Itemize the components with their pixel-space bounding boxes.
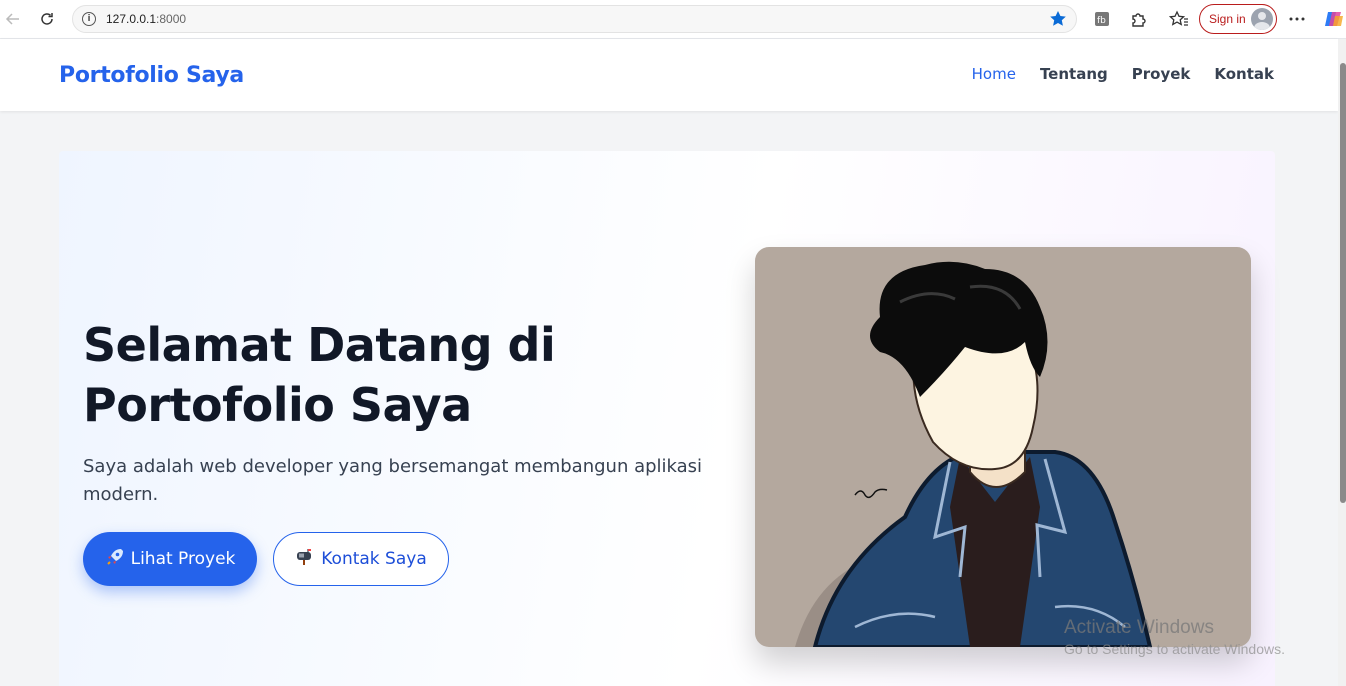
page-scrollbar[interactable] <box>1338 39 1346 686</box>
nav-links: Home Tentang Proyek Kontak <box>972 65 1274 83</box>
address-bar[interactable]: i 127.0.0.1:8000 <box>72 5 1077 33</box>
address-url: 127.0.0.1:8000 <box>106 12 187 26</box>
back-icon[interactable] <box>0 6 26 32</box>
scrollbar-thumb[interactable] <box>1340 63 1346 503</box>
copilot-icon[interactable] <box>1321 6 1346 32</box>
favorites-icon[interactable] <box>1166 6 1192 32</box>
site-navbar: Portofolio Saya Home Tentang Proyek Kont… <box>0 39 1338 111</box>
activate-windows-title: Activate Windows <box>1064 617 1214 638</box>
hero-title: Selamat Datang di Portofolio Saya <box>83 315 703 435</box>
contact-me-button[interactable]: Kontak Saya <box>273 532 449 586</box>
svg-text:fb: fb <box>1097 16 1106 26</box>
nav-link-kontak[interactable]: Kontak <box>1214 65 1274 83</box>
view-projects-button[interactable]: Lihat Proyek <box>83 532 257 586</box>
sign-in-label: Sign in <box>1209 12 1246 26</box>
extensions-puzzle-icon[interactable] <box>1125 6 1151 32</box>
hero-title-line1: Selamat Datang di <box>83 318 556 372</box>
rocket-icon <box>105 547 125 572</box>
nav-link-home[interactable]: Home <box>972 65 1016 83</box>
refresh-icon[interactable] <box>34 6 60 32</box>
site-info-icon[interactable]: i <box>82 12 96 26</box>
browser-toolbar: i 127.0.0.1:8000 fb Sign in <box>0 0 1346 39</box>
more-options-icon[interactable] <box>1284 6 1310 32</box>
avatar <box>1251 8 1273 30</box>
favorite-star-icon[interactable] <box>1048 9 1068 33</box>
nav-link-proyek[interactable]: Proyek <box>1132 65 1191 83</box>
hero-section: Selamat Datang di Portofolio Saya Saya a… <box>59 151 1275 686</box>
view-projects-label: Lihat Proyek <box>130 549 236 569</box>
mailbox-icon <box>295 547 315 572</box>
site-brand[interactable]: Portofolio Saya <box>59 63 244 88</box>
hero-subtitle: Saya adalah web developer yang bersemang… <box>83 456 703 505</box>
nav-link-tentang[interactable]: Tentang <box>1040 65 1108 83</box>
hero-title-line2: Portofolio Saya <box>83 378 472 432</box>
activate-windows-subtitle: Go to Settings to activate Windows. <box>1064 641 1285 657</box>
contact-me-label: Kontak Saya <box>321 549 427 569</box>
profile-illustration <box>755 247 1251 647</box>
extension-app-icon[interactable]: fb <box>1089 6 1115 32</box>
sign-in-button[interactable]: Sign in <box>1199 4 1277 34</box>
